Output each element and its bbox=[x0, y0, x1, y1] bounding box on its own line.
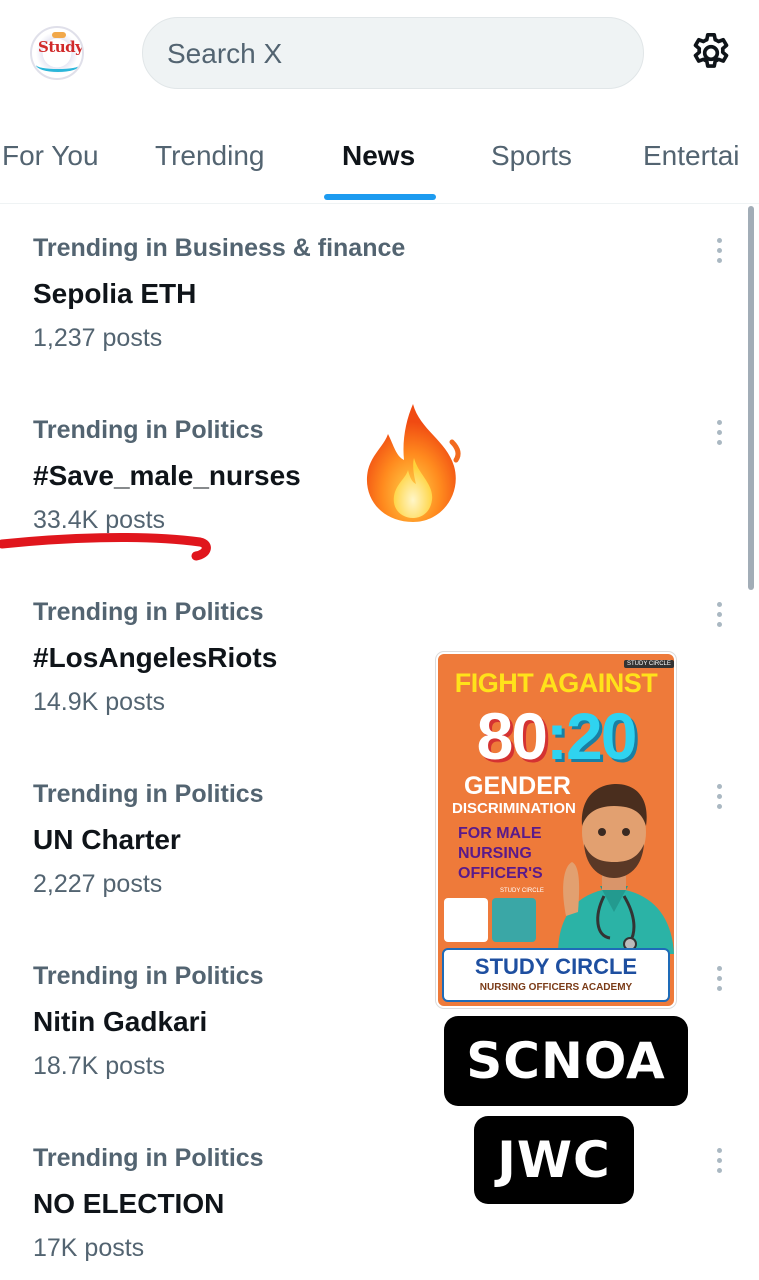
more-options-icon[interactable] bbox=[712, 1148, 726, 1178]
trend-item[interactable]: Trending in Business & finance Sepolia E… bbox=[0, 204, 740, 386]
tab-trending[interactable]: Trending bbox=[155, 140, 264, 172]
trend-name: #Save_male_nurses bbox=[33, 460, 301, 491]
avatar-logo-text: Study bbox=[38, 38, 84, 56]
more-options-icon[interactable] bbox=[712, 602, 726, 632]
poster-bottom-band: STUDY CIRCLE NURSING OFFICERS ACADEMY bbox=[442, 948, 670, 1002]
poster-small-text: STUDY CIRCLE bbox=[500, 888, 544, 894]
tab-news[interactable]: News bbox=[342, 140, 415, 172]
poster-for-male: FOR MALE NURSING OFFICER'S bbox=[458, 825, 543, 882]
trend-category: Trending in Politics bbox=[33, 416, 264, 444]
poster-tag: STUDY CIRCLE bbox=[624, 660, 674, 668]
avatar-ring bbox=[36, 58, 80, 72]
more-options-icon[interactable] bbox=[712, 784, 726, 814]
trend-category: Trending in Business & finance bbox=[33, 234, 406, 262]
poster-logo-secondary bbox=[492, 898, 536, 942]
trend-name: NO ELECTION bbox=[33, 1188, 225, 1219]
fire-icon bbox=[366, 404, 461, 522]
campaign-poster-image: STUDY CIRCLE FIGHT AGAINST 80:20 GENDER … bbox=[436, 652, 676, 1008]
more-options-icon[interactable] bbox=[712, 966, 726, 996]
trend-category: Trending in Politics bbox=[33, 962, 264, 990]
trend-post-count: 18.7K posts bbox=[33, 1052, 166, 1080]
trend-name: Sepolia ETH bbox=[33, 278, 197, 309]
trend-category: Trending in Politics bbox=[33, 598, 264, 626]
poster-band-subtitle: NURSING OFFICERS ACADEMY bbox=[479, 982, 633, 993]
trend-name: UN Charter bbox=[33, 824, 181, 855]
poster-band-title: STUDY CIRCLE bbox=[474, 954, 638, 979]
explore-tabs: For You Trending News Sports Entertai bbox=[0, 118, 759, 204]
red-underline-annotation bbox=[0, 533, 211, 561]
poster-logo-study bbox=[444, 898, 488, 942]
search-input[interactable]: Search X bbox=[142, 17, 644, 89]
trend-post-count: 2,227 posts bbox=[33, 870, 163, 898]
gear-icon[interactable] bbox=[688, 30, 734, 76]
scrollbar[interactable] bbox=[748, 206, 754, 590]
trend-name: #LosAngelesRiots bbox=[33, 642, 278, 673]
trend-post-count: 1,237 posts bbox=[33, 324, 163, 352]
trend-post-count: 14.9K posts bbox=[33, 688, 166, 716]
more-options-icon[interactable] bbox=[712, 238, 726, 268]
trend-category: Trending in Politics bbox=[33, 780, 264, 808]
jwc-label: JWC bbox=[474, 1116, 634, 1204]
scnoa-label: SCNOA bbox=[444, 1016, 688, 1106]
trend-post-count: 17K posts bbox=[33, 1234, 145, 1262]
tab-sports[interactable]: Sports bbox=[491, 140, 572, 172]
active-tab-indicator bbox=[324, 194, 436, 200]
tab-for-you[interactable]: For You bbox=[2, 140, 99, 172]
trend-name: Nitin Gadkari bbox=[33, 1006, 208, 1037]
poster-headline: FIGHT AGAINST bbox=[454, 668, 658, 698]
top-header: Study Search X bbox=[0, 0, 759, 110]
nurse-illustration bbox=[558, 784, 674, 954]
tab-entertainment[interactable]: Entertai bbox=[643, 140, 740, 172]
more-options-icon[interactable] bbox=[712, 420, 726, 450]
trend-category: Trending in Politics bbox=[33, 1144, 264, 1172]
poster-ratio: 80:20 bbox=[476, 699, 638, 773]
search-placeholder: Search X bbox=[167, 38, 283, 69]
profile-avatar[interactable]: Study bbox=[30, 26, 84, 80]
